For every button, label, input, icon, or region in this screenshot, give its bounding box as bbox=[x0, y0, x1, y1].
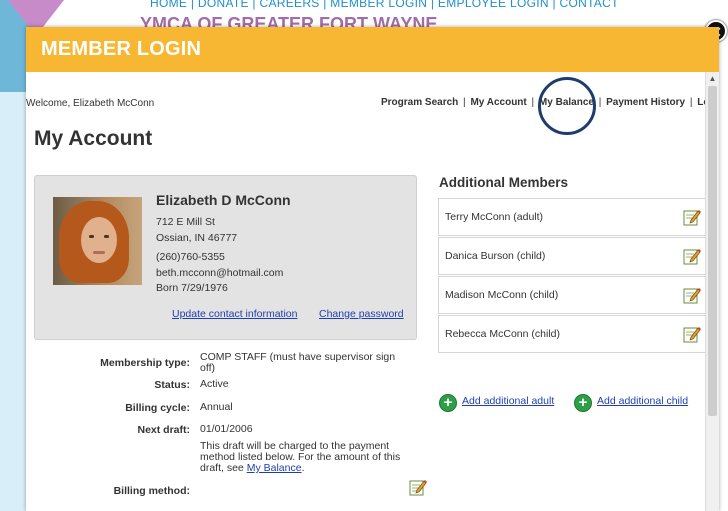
edit-billing-method-icon[interactable] bbox=[409, 478, 427, 496]
welcome-text: Welcome, Elizabeth McConn bbox=[26, 98, 155, 109]
billing-cycle-value: Annual bbox=[200, 401, 233, 413]
edit-member-icon[interactable] bbox=[683, 208, 701, 226]
highlight-circle bbox=[538, 77, 596, 135]
member-row: Terry McConn (adult) bbox=[438, 198, 708, 236]
background-nav: HOME | DONATE | CAREERS | MEMBER LOGIN |… bbox=[150, 0, 619, 10]
member-name: Danica Burson (child) bbox=[445, 250, 546, 262]
nav-separator: | bbox=[463, 97, 466, 108]
member-row: Madison McConn (child) bbox=[438, 276, 708, 314]
profile-address2: Ossian, IN 46777 bbox=[156, 232, 238, 244]
additional-members-title: Additional Members bbox=[439, 175, 569, 190]
nav-separator: | bbox=[598, 97, 602, 108]
profile-phone: (260)760-5355 bbox=[156, 251, 225, 263]
page-title: My Account bbox=[34, 127, 153, 150]
profile-card: Elizabeth D McConn 712 E Mill St Ossian,… bbox=[34, 175, 417, 340]
status-label: Status: bbox=[154, 379, 190, 391]
profile-address1: 712 E Mill St bbox=[156, 216, 215, 228]
profile-name: Elizabeth D McConn bbox=[156, 192, 291, 208]
profile-born: Born 7/29/1976 bbox=[156, 282, 228, 294]
edit-member-icon[interactable] bbox=[683, 247, 701, 265]
change-password-link[interactable]: Change password bbox=[319, 308, 404, 320]
edit-member-icon[interactable] bbox=[683, 286, 701, 304]
add-child-icon[interactable]: + bbox=[574, 394, 592, 412]
member-name: Madison McConn (child) bbox=[445, 289, 559, 301]
nav-separator: | bbox=[689, 97, 693, 108]
modal-content: Welcome, Elizabeth McConn Program Search… bbox=[26, 72, 719, 511]
billing-method-label: Billing method: bbox=[113, 485, 190, 497]
member-row: Rebecca McConn (child) bbox=[438, 315, 708, 353]
next-draft-value: 01/01/2006 bbox=[200, 423, 253, 435]
scroll-thumb[interactable] bbox=[708, 86, 717, 416]
member-row: Danica Burson (child) bbox=[438, 237, 708, 275]
profile-email: beth.mcconn@hotmail.com bbox=[156, 267, 284, 279]
draft-note: This draft will be charged to the paymen… bbox=[200, 441, 410, 474]
member-name: Rebecca McConn (child) bbox=[445, 328, 560, 340]
update-contact-link[interactable]: Update contact information bbox=[172, 308, 298, 320]
edit-member-icon[interactable] bbox=[683, 325, 701, 343]
profile-photo bbox=[53, 197, 142, 285]
status-value: Active bbox=[200, 378, 229, 390]
modal-title: MEMBER LOGIN bbox=[41, 38, 202, 60]
next-draft-label: Next draft: bbox=[137, 424, 190, 436]
membership-type-value: COMP STAFF (must have supervisor sign of… bbox=[200, 351, 396, 374]
my-balance-inline-link[interactable]: My Balance bbox=[247, 462, 302, 474]
nav-payment-history[interactable]: Payment History bbox=[606, 97, 685, 108]
nav-separator: | bbox=[531, 97, 535, 108]
add-adult-icon[interactable]: + bbox=[439, 394, 457, 412]
nav-my-account[interactable]: My Account bbox=[470, 97, 526, 108]
member-name: Terry McConn (adult) bbox=[445, 211, 544, 223]
billing-cycle-label: Billing cycle: bbox=[125, 402, 190, 414]
add-adult-link[interactable]: Add additional adult bbox=[462, 395, 554, 407]
scroll-up-arrow-icon[interactable]: ▲ bbox=[706, 72, 719, 85]
nav-program-search[interactable]: Program Search bbox=[381, 97, 458, 108]
membership-type-label: Membership type: bbox=[100, 357, 190, 369]
add-child-link[interactable]: Add additional child bbox=[597, 395, 688, 407]
member-login-modal: MEMBER LOGIN Welcome, Elizabeth McConn P… bbox=[26, 27, 719, 511]
scrollbar[interactable]: ▲ bbox=[705, 72, 719, 511]
draft-note-end: . bbox=[301, 462, 305, 474]
